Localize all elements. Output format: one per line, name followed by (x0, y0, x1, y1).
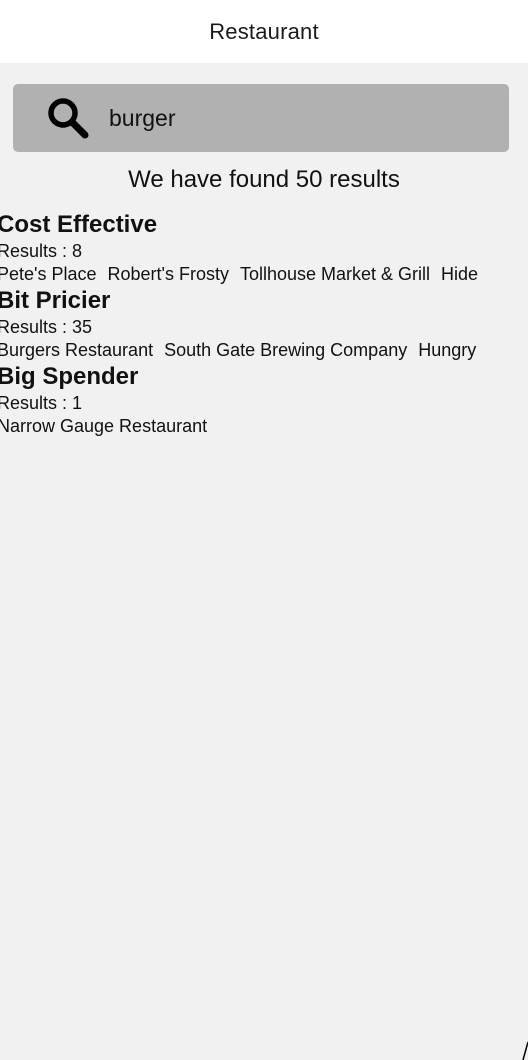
group-title: Big Spender (0, 363, 139, 390)
group-title: Bit Pricier (0, 287, 111, 314)
group-title: Cost Effective (0, 211, 158, 238)
restaurant-item[interactable]: Narrow Gauge Restaurant (0, 416, 207, 436)
group-result-count: Results : 8 (0, 241, 83, 261)
result-group-cost-effective: Cost Effective Results : 8 Pete's Place R… (0, 210, 528, 286)
results-summary: We have found 50 results (128, 166, 400, 193)
page-title: Restaurant (209, 18, 319, 44)
app-header: Restaurant (0, 0, 528, 63)
restaurant-item[interactable]: Hide (441, 264, 478, 284)
search-icon[interactable] (46, 96, 90, 140)
group-result-count: Results : 1 (0, 393, 83, 413)
result-group-big-spender: Big Spender Results : 1 Narrow Gauge Res… (0, 362, 528, 438)
restaurant-item[interactable]: Burgers Restaurant (0, 340, 153, 360)
restaurant-list: Narrow Gauge Restaurant (0, 415, 528, 438)
restaurant-item[interactable]: Robert's Frosty (108, 264, 229, 284)
restaurant-list: Pete's Place Robert's Frosty Tollhouse Mar… (0, 263, 528, 286)
restaurant-item[interactable]: Hungry (418, 340, 476, 360)
resize-handle (522, 1041, 528, 1060)
restaurant-list: Burgers Restaurant South Gate Brewing Com… (0, 339, 528, 362)
restaurant-item[interactable]: Pete's Place (0, 264, 97, 284)
restaurant-item[interactable]: South Gate Brewing Company (164, 340, 407, 360)
search-bar[interactable] (13, 84, 509, 152)
group-result-count: Results : 35 (0, 317, 93, 337)
results-list: Cost Effective Results : 8 Pete's Place R… (0, 210, 528, 438)
search-input[interactable] (109, 101, 499, 135)
restaurant-item[interactable]: Tollhouse Market & Grill (240, 264, 430, 284)
result-group-bit-pricier: Bit Pricier Results : 35 Burgers Restaur… (0, 286, 528, 362)
